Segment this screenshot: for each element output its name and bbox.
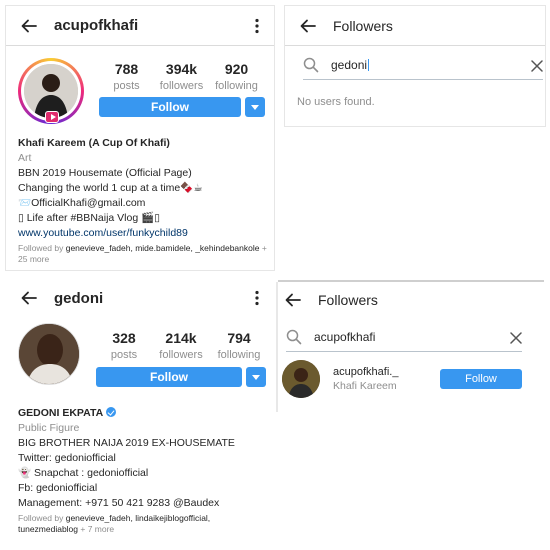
profile-category: Art — [18, 152, 32, 164]
bio-line: 📨OfficialKhafi@gmail.com — [18, 197, 146, 209]
profile-username: acupofkhafi — [54, 17, 139, 34]
profile-stats: 788 posts 394k followers 920 following — [99, 61, 264, 93]
profile-full-name: Khafi Kareem (A Cup Of Khafi) — [18, 137, 170, 149]
stat-following[interactable]: 920 following — [209, 61, 264, 93]
profile-header: acupofkhafi — [6, 6, 274, 46]
followed-by[interactable]: Followed by genevieve_fadeh, lindaikejib… — [18, 513, 270, 535]
suggestions-dropdown-button[interactable] — [246, 367, 266, 387]
stat-followers[interactable]: 394k followers — [154, 61, 209, 93]
follow-button[interactable]: Follow — [99, 97, 241, 117]
back-arrow-icon[interactable] — [284, 291, 302, 309]
back-arrow-icon[interactable] — [20, 17, 38, 35]
profile-bio: GEDONI EKPATA Public Figure BIG BROTHER … — [18, 406, 270, 535]
followers-search-bar: acupofkhafi — [286, 322, 522, 352]
search-input[interactable]: acupofkhafi — [314, 330, 510, 344]
followers-panel-empty: Followers gedoni No users found. — [285, 6, 545, 126]
bio-line: BBN 2019 Housemate (Official Page) — [18, 167, 192, 179]
result-avatar[interactable] — [282, 360, 320, 398]
suggestions-dropdown-button[interactable] — [245, 97, 265, 117]
profile-header: gedoni — [6, 278, 274, 318]
followers-header: Followers — [285, 6, 545, 46]
back-arrow-icon[interactable] — [20, 289, 38, 307]
followers-header: Followers — [278, 282, 544, 318]
follow-button[interactable]: Follow — [96, 367, 242, 387]
followers-search-bar: gedoni — [303, 50, 543, 80]
search-icon — [286, 329, 302, 345]
bio-line: 👻 Snapchat : gedoniofficial — [18, 467, 149, 479]
clear-search-icon[interactable] — [510, 331, 522, 344]
profile-bio: Khafi Kareem (A Cup Of Khafi) Art BBN 20… — [18, 136, 268, 265]
profile-website-link[interactable]: www.youtube.com/user/funkychild89 — [18, 226, 268, 241]
search-icon — [303, 57, 319, 73]
result-follow-button[interactable]: Follow — [440, 369, 522, 389]
follower-result-row[interactable]: acupofkhafi._ Khafi Kareem — [282, 360, 398, 398]
profile-full-name: GEDONI EKPATA — [18, 406, 270, 421]
more-options-icon[interactable] — [248, 289, 266, 307]
profile-username: gedoni — [54, 289, 104, 307]
follow-controls: Follow — [99, 97, 265, 117]
followed-by[interactable]: Followed by genevieve_fadeh, mide.bamide… — [18, 243, 268, 265]
search-input[interactable]: gedoni — [331, 58, 531, 72]
stat-following[interactable]: 794 following — [210, 330, 268, 362]
clear-search-icon[interactable] — [531, 59, 543, 72]
avatar-photo — [24, 64, 78, 118]
bio-line: Fb: gedoniofficial — [18, 482, 98, 494]
stat-posts[interactable]: 788 posts — [99, 61, 154, 93]
followers-title: Followers — [333, 17, 393, 34]
profile-avatar[interactable] — [18, 323, 80, 385]
followers-title: Followers — [318, 292, 378, 308]
follow-controls: Follow — [96, 367, 266, 387]
followers-panel-result: Followers acupofkhafi acupofkhafi._ Khaf… — [278, 282, 544, 412]
profile-category: Public Figure — [18, 422, 80, 434]
profile-stats: 328 posts 214k followers 794 following — [96, 330, 268, 362]
verified-badge-icon — [106, 407, 117, 417]
bio-line: ▯ Life after #BBNaija Vlog 🎬▯ — [18, 212, 160, 224]
bio-line: Management: +971 50 421 9283 @Baudex — [18, 497, 220, 509]
profile-panel-gedoni: gedoni 328 posts 214k followers 794 foll… — [6, 278, 274, 544]
back-arrow-icon[interactable] — [299, 17, 317, 35]
igtv-icon — [45, 111, 59, 123]
more-options-icon[interactable] — [248, 17, 266, 35]
stat-followers[interactable]: 214k followers — [152, 330, 210, 362]
result-full-name: Khafi Kareem — [333, 379, 397, 392]
stat-posts[interactable]: 328 posts — [96, 330, 152, 362]
bio-line: Changing the world 1 cup at a time🍫☕ — [18, 182, 203, 194]
bio-line: BIG BROTHER NAIJA 2019 EX-HOUSEMATE — [18, 437, 235, 449]
no-results-message: No users found. — [297, 96, 375, 108]
profile-avatar[interactable] — [18, 58, 84, 124]
result-username[interactable]: acupofkhafi._ — [333, 366, 398, 379]
profile-panel-acupofkhafi: acupofkhafi 788 posts 394k followers 920… — [6, 6, 274, 270]
result-text: acupofkhafi._ Khafi Kareem — [333, 366, 398, 393]
bio-line: Twitter: gedoniofficial — [18, 452, 116, 464]
